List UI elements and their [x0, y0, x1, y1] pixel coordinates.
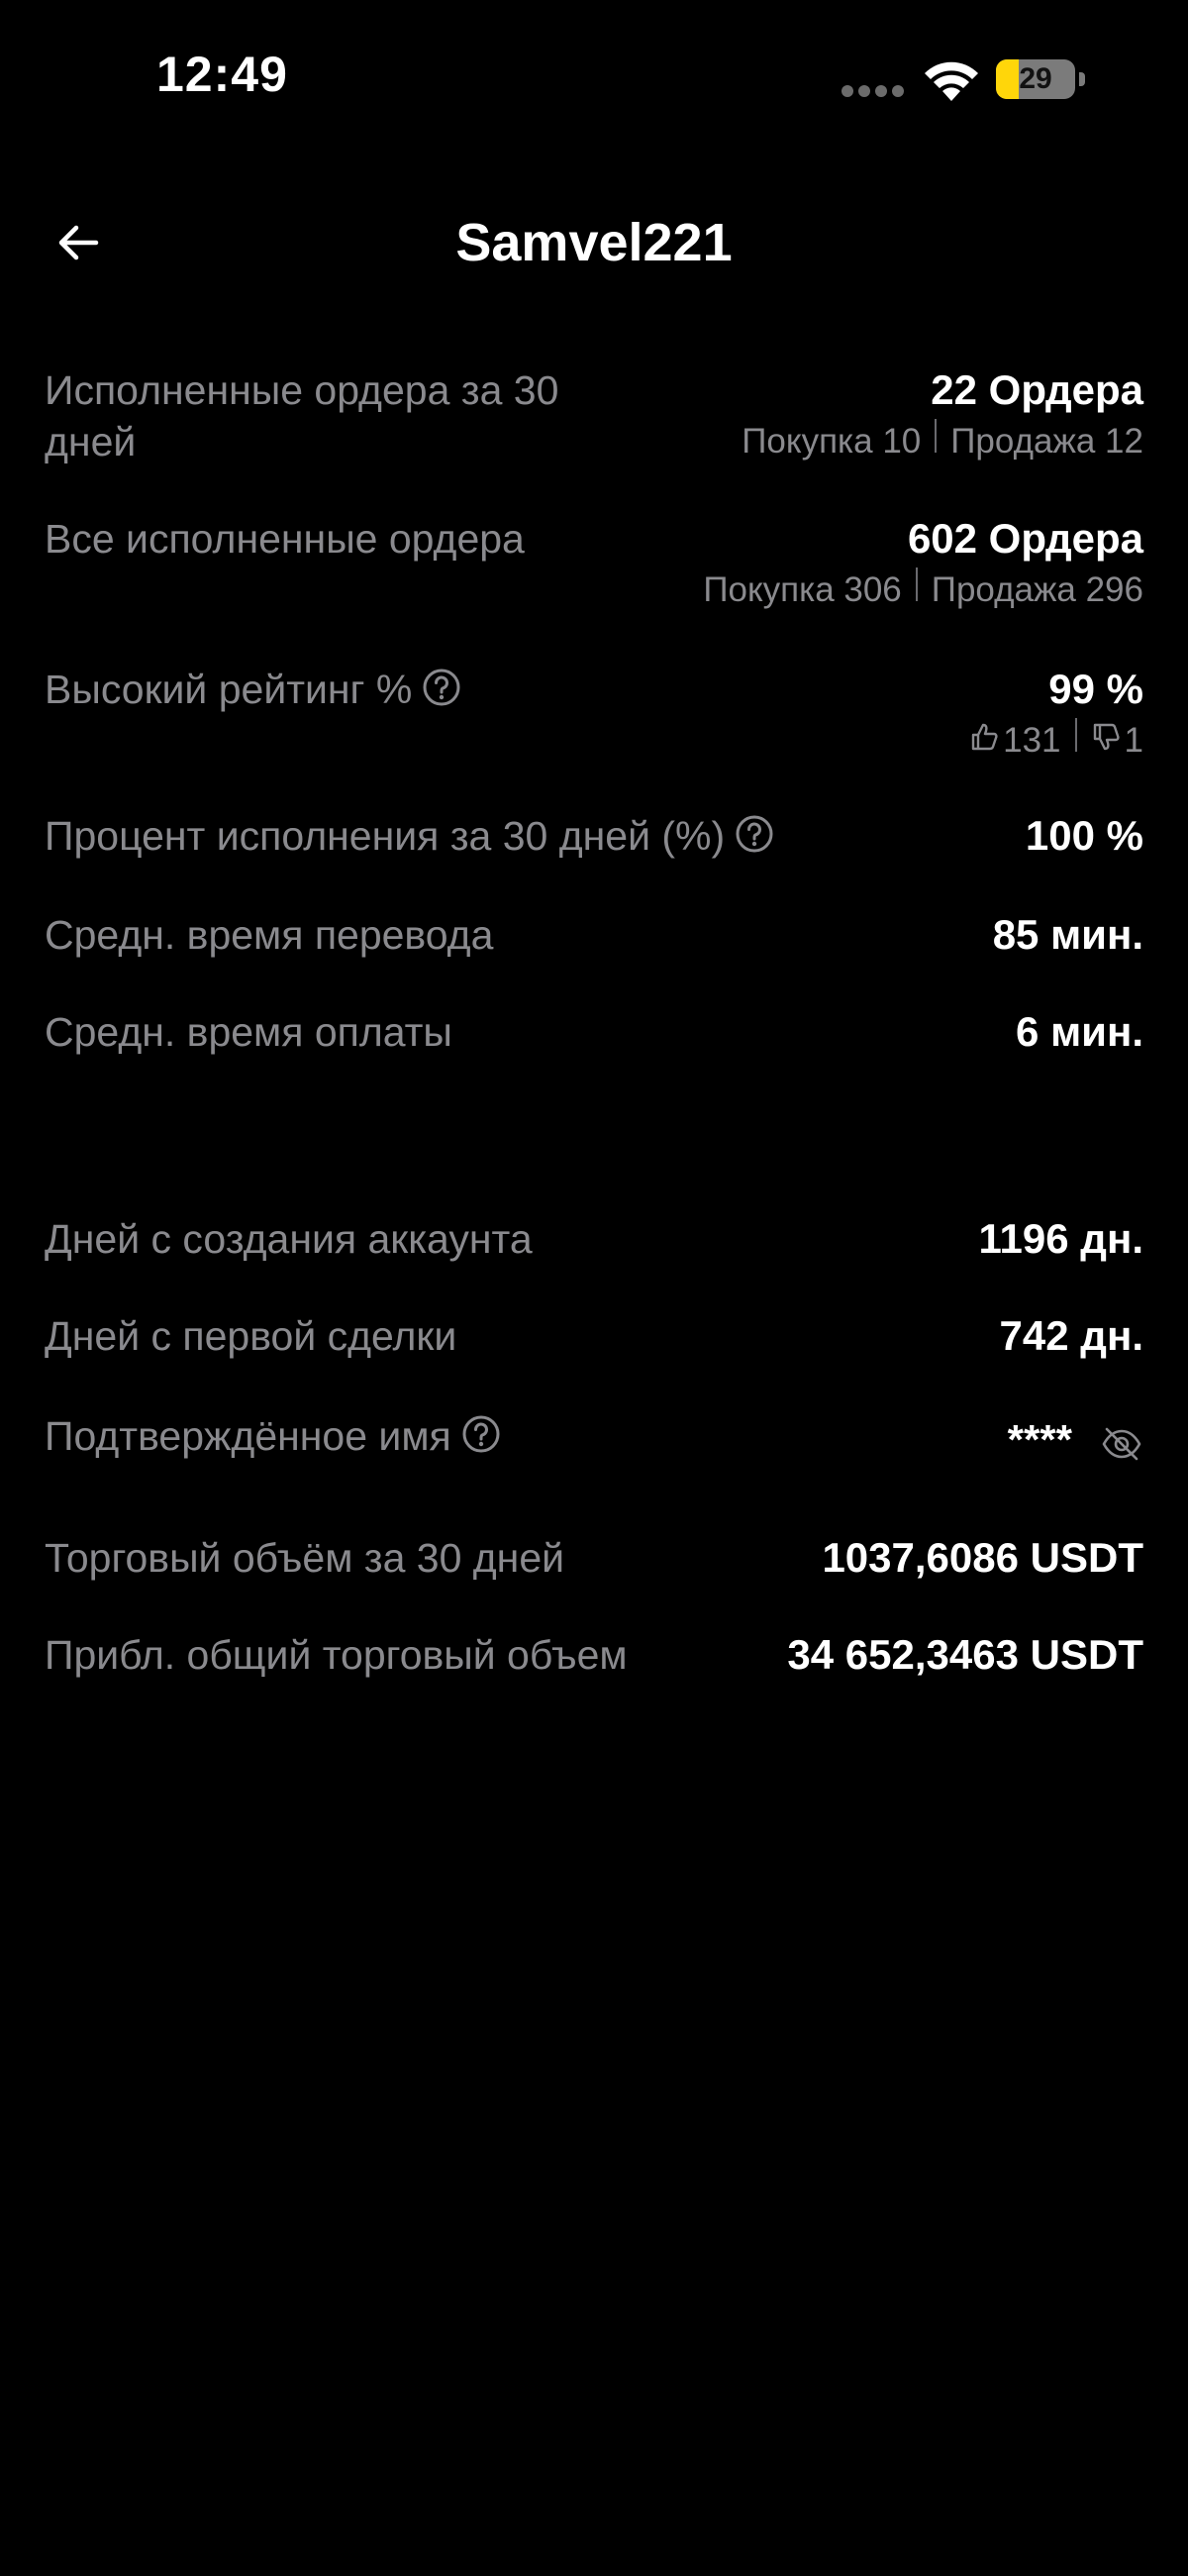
- stat-label: Исполненные ордера за 30 дней: [45, 367, 559, 464]
- thumbs-down-icon: [1091, 719, 1121, 763]
- battery-icon: 29: [996, 59, 1075, 99]
- stat-value-container: ****: [1008, 1414, 1143, 1478]
- rating-breakdown: 131 1: [969, 718, 1143, 763]
- thumbs-up-icon: [969, 719, 999, 763]
- wifi-icon: [923, 57, 980, 101]
- stat-breakdown: Покупка 306 Продажа 296: [703, 567, 1143, 612]
- sell-count: Продажа 12: [950, 422, 1143, 461]
- stat-row-orders-30d: Исполненные ордера за 30 дней 22 Ордера …: [45, 364, 1143, 473]
- sell-count: Продажа 296: [931, 570, 1143, 609]
- stat-value: 99 %: [1048, 666, 1143, 712]
- page-title: Samvel221: [455, 213, 733, 272]
- divider: [915, 567, 918, 601]
- likes-count: 131: [1003, 721, 1061, 760]
- buy-count: Покупка 306: [703, 570, 902, 609]
- stat-row-avg-payment-time: Средн. время оплаты 6 мин.: [45, 1006, 1143, 1066]
- stat-value: 22 Ордера: [931, 366, 1143, 413]
- stat-label: Высокий рейтинг %: [45, 667, 413, 712]
- stat-label: Дней с первой сделки: [45, 1313, 457, 1359]
- status-bar: 12:49 29: [0, 0, 1188, 168]
- stat-label: Подтверждённое имя: [45, 1413, 451, 1459]
- stat-value: 742 дн.: [999, 1312, 1143, 1359]
- stat-label: Средн. время перевода: [45, 912, 494, 958]
- stat-row-account-age: Дней с создания аккаунта 1196 дн.: [45, 1213, 1143, 1273]
- stat-row-orders-total: Все исполненные ордера 602 Ордера Покупк…: [45, 513, 1143, 622]
- stat-label-container: Процент исполнения за 30 дней (%): [45, 810, 774, 866]
- battery-level: 29: [1019, 62, 1052, 95]
- stat-row-volume-30d: Торговый объём за 30 дней 1037,6086 USDT: [45, 1532, 1143, 1592]
- status-time: 12:49: [156, 47, 288, 102]
- divider: [935, 419, 938, 453]
- stat-row-rating: Высокий рейтинг % 99 % 131 1: [45, 664, 1143, 773]
- stat-label: Дней с создания аккаунта: [45, 1216, 533, 1262]
- stat-label: Средн. время оплаты: [45, 1009, 452, 1055]
- header: Samvel221: [0, 188, 1188, 297]
- stat-label-container: Подтверждённое имя: [45, 1410, 501, 1466]
- stat-value: 602 Ордера: [907, 515, 1143, 562]
- help-icon[interactable]: [461, 1414, 501, 1466]
- stat-row-completion-30d: Процент исполнения за 30 дней (%) 100 %: [45, 810, 1143, 870]
- stat-value: 85 мин.: [992, 911, 1143, 958]
- stat-label: Все исполненные ордера: [45, 516, 525, 562]
- help-icon[interactable]: [422, 668, 461, 719]
- battery-cap: [1079, 72, 1085, 86]
- divider: [1074, 718, 1077, 752]
- stat-value: 34 652,3463 USDT: [787, 1631, 1143, 1678]
- stat-label: Торговый объём за 30 дней: [45, 1535, 565, 1581]
- stat-label: Прибл. общий торговый объем: [45, 1632, 628, 1678]
- stat-value: 100 %: [1025, 812, 1143, 859]
- stat-breakdown: Покупка 10 Продажа 12: [742, 419, 1143, 464]
- eye-off-icon[interactable]: [1100, 1422, 1143, 1478]
- stat-value: 1196 дн.: [978, 1215, 1143, 1262]
- buy-count: Покупка 10: [742, 422, 922, 461]
- stat-label: Процент исполнения за 30 дней (%): [45, 813, 726, 859]
- masked-name: ****: [1007, 1416, 1072, 1463]
- stat-value: 6 мин.: [1016, 1008, 1143, 1055]
- help-icon[interactable]: [735, 814, 774, 866]
- stat-row-first-trade-age: Дней с первой сделки 742 дн.: [45, 1310, 1143, 1370]
- stat-row-verified-name: Подтверждённое имя ****: [45, 1410, 1143, 1480]
- dislikes-count: 1: [1124, 721, 1143, 760]
- cellular-signal-icon: [842, 85, 905, 97]
- stat-value: 1037,6086 USDT: [822, 1534, 1143, 1581]
- stat-label-container: Высокий рейтинг %: [45, 664, 461, 719]
- stat-row-avg-transfer-time: Средн. время перевода 85 мин.: [45, 909, 1143, 969]
- stat-row-volume-total: Прибл. общий торговый объем 34 652,3463 …: [45, 1629, 1143, 1689]
